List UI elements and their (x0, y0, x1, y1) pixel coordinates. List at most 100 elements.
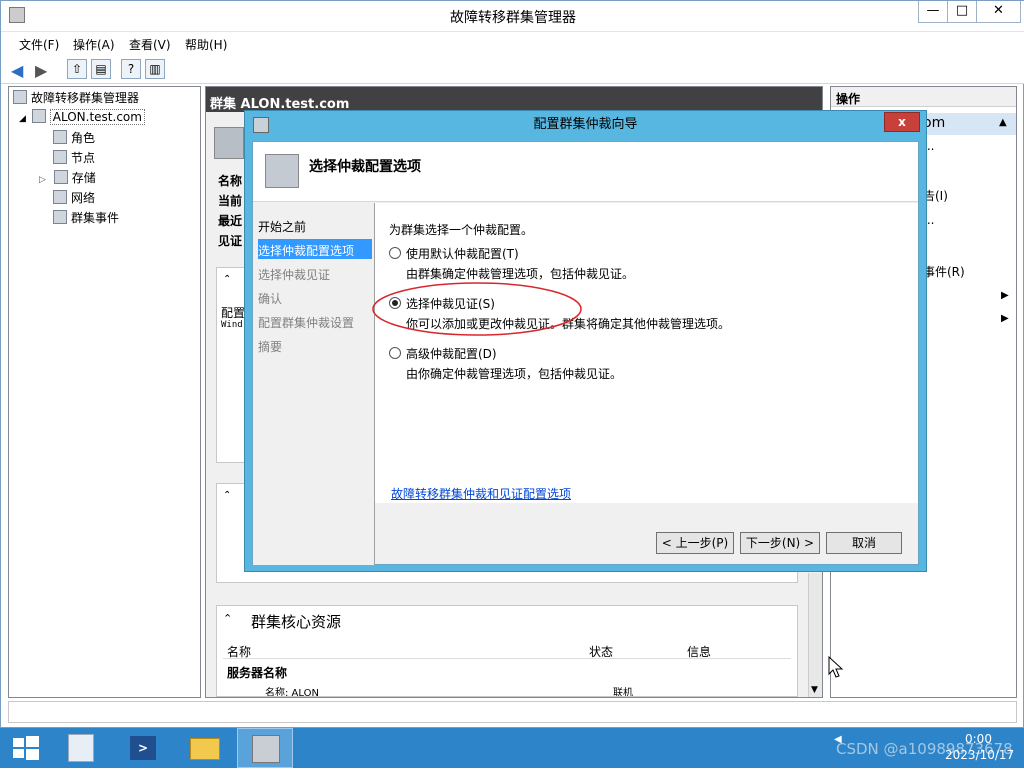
column-header-status[interactable]: 状态 (589, 643, 613, 660)
tree-item-networks[interactable]: 网络 (53, 189, 95, 206)
title-bar: 故障转移群集管理器 — □ ✕ (1, 1, 1024, 32)
configure-text: 配置 (221, 306, 246, 320)
windows-logo-icon (13, 736, 39, 760)
radio-default[interactable] (389, 247, 401, 259)
tree-item-label: 节点 (71, 151, 96, 165)
cluster-summary-icon (214, 127, 244, 159)
minimize-button[interactable]: — (918, 1, 948, 23)
cluster-manager-taskbar-icon[interactable] (237, 728, 293, 768)
step-summary: 摘要 (258, 340, 283, 354)
back-button[interactable]: < 上一步(P) (656, 532, 734, 554)
server-manager-taskbar-icon[interactable] (56, 728, 108, 768)
core-row-name[interactable]: 名称: ALON (265, 684, 319, 696)
step-select-option: 选择仲裁配置选项 (258, 239, 372, 259)
column-header-info[interactable]: 信息 (687, 643, 711, 660)
expanded-icon[interactable]: ◢ (19, 114, 26, 124)
tree-item-storage[interactable]: ▷ 存储 (39, 169, 96, 186)
back-arrow-icon[interactable]: ◀ (11, 61, 23, 80)
dialog-header: 选择仲裁配置选项 (253, 142, 918, 202)
storage-icon (53, 170, 68, 184)
menu-help[interactable]: 帮助(H) (185, 36, 227, 53)
dialog-close-button[interactable]: x (884, 112, 920, 132)
core-row-status: 联机 (613, 688, 633, 696)
core-group-label: 服务器名称 (227, 666, 288, 680)
tree-item-label: 角色 (71, 131, 96, 145)
core-resources-section: ⌃ 群集核心资源 名称 状态 信息 服务器名称 名称: ALON 联机 (216, 605, 798, 697)
dialog-heading: 选择仲裁配置选项 (309, 159, 421, 175)
powershell-taskbar-icon[interactable]: > (118, 728, 170, 768)
summary-label: 最近 (218, 214, 243, 228)
cluster-icon (31, 109, 46, 123)
scrollbar[interactable]: ▼ (808, 573, 822, 697)
quorum-wizard-dialog: 配置群集仲裁向导 x 选择仲裁配置选项 开始之前 选择仲裁配置选项 选择仲裁见证… (244, 110, 927, 572)
submenu-arrow-icon[interactable]: ▶ (1001, 313, 1009, 324)
red-annotation-ellipse (372, 282, 582, 336)
action-item[interactable]: 事件(R) (923, 263, 965, 280)
configure-subtext: Wind (221, 320, 243, 330)
help-link[interactable]: 故障转移群集仲裁和见证配置选项 (391, 485, 571, 502)
tree-item-events[interactable]: 群集事件 (53, 209, 119, 226)
step-before-you-begin: 开始之前 (258, 220, 307, 234)
radio-advanced[interactable] (389, 347, 401, 359)
tree-root[interactable]: 故障转移群集管理器 (13, 89, 139, 106)
collapse-icon[interactable]: ⌃ (223, 490, 231, 501)
collapse-icon[interactable]: ⌃ (223, 274, 231, 285)
menu-file[interactable]: 文件(F) (19, 36, 59, 53)
wizard-steps: 开始之前 选择仲裁配置选项 选择仲裁见证 确认 配置群集仲裁设置 摘要 (253, 203, 374, 565)
toolbar: ◀ ▶ ⇧ ▤ ? ▥ (1, 54, 1024, 84)
scroll-down-icon[interactable]: ▼ (811, 685, 818, 695)
summary-label: 当前 (218, 194, 243, 208)
events-icon (53, 210, 67, 224)
step-confirm: 确认 (258, 292, 283, 306)
roles-icon (53, 130, 67, 144)
tree-item-nodes[interactable]: 节点 (53, 149, 95, 166)
show-tree-icon[interactable]: ▤ (91, 59, 111, 79)
next-button[interactable]: 下一步(N) > (740, 532, 820, 554)
collapse-icon[interactable]: ▲ (999, 117, 1007, 128)
network-icon (53, 190, 67, 204)
option-desc-advanced: 由你确定仲裁管理选项，包括仲裁见证。 (406, 367, 623, 381)
prompt-text: 为群集选择一个仲裁配置。 (389, 223, 534, 237)
core-table-header: 名称 状态 信息 (223, 641, 791, 659)
taskbar: > ◀ 0:00 2023/10/17 CSDN @a10989873678 (0, 728, 1024, 768)
collapsed-icon[interactable]: ▷ (39, 175, 46, 185)
forward-arrow-icon[interactable]: ▶ (35, 61, 47, 80)
submenu-arrow-icon[interactable]: ▶ (1001, 290, 1009, 301)
maximize-button[interactable]: □ (947, 1, 977, 23)
watermark-text: CSDN @a10989873678 (836, 740, 1013, 758)
cluster-wizard-icon (265, 154, 299, 188)
show-action-pane-icon[interactable]: ▥ (145, 59, 165, 79)
navigation-tree: 故障转移群集管理器 ◢ ALON.test.com 角色 节点 ▷ 存储 网络 … (8, 86, 201, 698)
dialog-body: 选择仲裁配置选项 开始之前 选择仲裁配置选项 选择仲裁见证 确认 配置群集仲裁设… (252, 141, 919, 565)
tree-cluster[interactable]: ◢ ALON.test.com (19, 109, 145, 125)
option-label-default[interactable]: 使用默认仲裁配置(T) (406, 245, 519, 262)
menu-bar: 文件(F) 操作(A) 查看(V) 帮助(H) (1, 32, 1024, 54)
section-title: 群集核心资源 (251, 613, 342, 631)
option-label-advanced[interactable]: 高级仲裁配置(D) (406, 345, 497, 362)
options-panel: 为群集选择一个仲裁配置。 使用默认仲裁配置(T) 由群集确定仲裁管理选项，包括仲… (372, 203, 918, 503)
mouse-cursor-icon (828, 656, 844, 678)
up-folder-icon[interactable]: ⇧ (67, 59, 87, 79)
menu-action[interactable]: 操作(A) (73, 36, 115, 53)
tree-item-label: 网络 (71, 191, 96, 205)
cancel-button[interactable]: 取消 (826, 532, 902, 554)
tree-item-label: 群集事件 (71, 211, 120, 225)
summary-label: 名称 (218, 174, 243, 188)
help-icon[interactable]: ? (121, 59, 141, 79)
start-button[interactable] (0, 728, 52, 768)
file-explorer-taskbar-icon[interactable] (180, 728, 232, 768)
center-pane-header: 群集 ALON.test.com (206, 87, 822, 112)
tree-cluster-label: ALON.test.com (49, 109, 145, 125)
column-header-name[interactable]: 名称 (227, 643, 251, 660)
summary-label: 见证 (218, 234, 243, 248)
menu-view[interactable]: 查看(V) (129, 36, 171, 53)
step-select-witness: 选择仲裁见证 (258, 268, 331, 282)
close-button[interactable]: ✕ (976, 1, 1021, 23)
cluster-manager-icon (13, 90, 27, 104)
collapse-icon[interactable]: ⌃ (223, 612, 232, 625)
window-title: 故障转移群集管理器 (450, 10, 576, 26)
status-bar (8, 701, 1017, 723)
step-configure: 配置群集仲裁设置 (258, 316, 355, 330)
tree-root-label: 故障转移群集管理器 (31, 91, 140, 105)
tree-item-roles[interactable]: 角色 (53, 129, 95, 146)
